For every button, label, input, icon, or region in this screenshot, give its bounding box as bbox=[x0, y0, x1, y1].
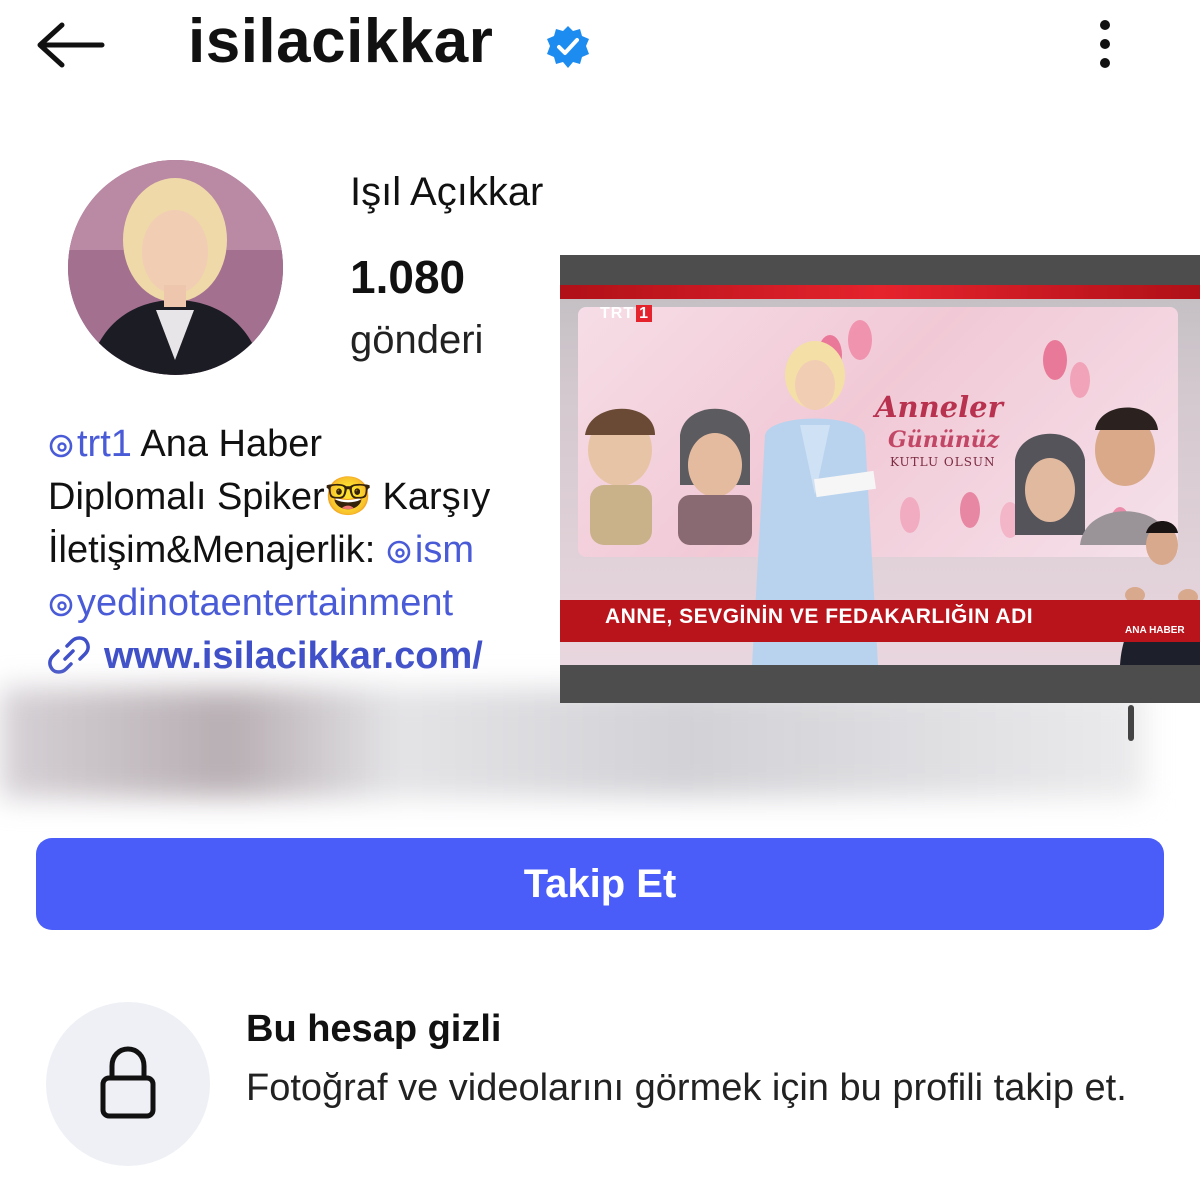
back-arrow-icon[interactable] bbox=[36, 20, 106, 70]
posts-label[interactable]: gönderi bbox=[350, 318, 483, 363]
bio-line-2: Diplomalı Spiker🤓 Karşıy bbox=[48, 476, 491, 518]
lock-icon bbox=[100, 1046, 156, 1119]
bio-line-4: yedinotaentertainment bbox=[48, 577, 558, 630]
banner-title-line3: KUTLU OLSUN bbox=[890, 455, 996, 469]
trt-channel-logo: TRT 1 bbox=[600, 305, 653, 323]
profile-avatar[interactable] bbox=[68, 160, 283, 375]
verified-badge-icon bbox=[545, 24, 591, 70]
banner-title-line2: Gününüz bbox=[888, 427, 1000, 453]
bio-website-line: www.isilacikkar.com/ bbox=[48, 630, 558, 683]
private-account-title: Bu hesap gizli bbox=[246, 1008, 502, 1050]
profile-username: isilacikkar bbox=[188, 7, 494, 76]
link-icon bbox=[48, 636, 90, 674]
bio-line-1: trt1 Ana Haber bbox=[48, 418, 558, 471]
bio-line-3: İletişim&Menajerlik: ism bbox=[48, 529, 474, 571]
follow-button[interactable]: Takip Et bbox=[36, 838, 1164, 930]
tv-news-overlay: TRT 1 Anneler Gününüz KUTLU OLSUN ANNE, S… bbox=[560, 255, 1200, 703]
top-bar: isilacikkar bbox=[0, 0, 1200, 95]
tv-screen: TRT 1 Anneler Gününüz KUTLU OLSUN ANNE, S… bbox=[560, 285, 1200, 665]
news-ticker-headline: ANNE, SEVGİNİN VE FEDAKARLIĞIN ADI bbox=[605, 605, 1034, 628]
website-link[interactable]: www.isilacikkar.com/ bbox=[48, 635, 483, 677]
profile-bio: trt1 Ana Haber Diplomalı Spiker🤓 Karşıy … bbox=[48, 418, 558, 683]
private-lock-badge bbox=[46, 1002, 210, 1166]
display-name: Işıl Açıkkar bbox=[350, 170, 544, 214]
bio-mention-management[interactable]: ism bbox=[386, 529, 474, 571]
blurred-followers-area bbox=[0, 688, 1145, 798]
banner-title-line1: Anneler bbox=[875, 390, 1003, 424]
threads-icon bbox=[387, 540, 411, 564]
more-options-icon[interactable] bbox=[1088, 18, 1122, 70]
bio-mention-trt1[interactable]: trt1 bbox=[48, 423, 132, 465]
threads-icon bbox=[49, 434, 73, 458]
private-account-description: Fotoğraf ve videolarını görmek için bu p… bbox=[246, 1067, 1127, 1109]
blurred-text-fragment bbox=[1128, 705, 1134, 741]
posts-count[interactable]: 1.080 bbox=[350, 250, 465, 304]
program-tag: ANA HABER bbox=[1125, 625, 1185, 636]
bio-mention-yedinota[interactable]: yedinotaentertainment bbox=[48, 582, 453, 624]
threads-icon bbox=[49, 593, 73, 617]
